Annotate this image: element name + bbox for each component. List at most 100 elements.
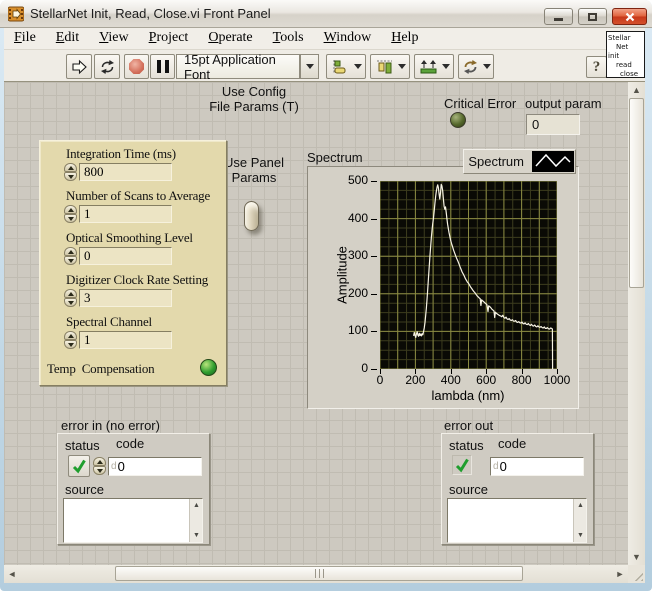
numeric-spinner[interactable]: [64, 205, 77, 223]
error-in-status-indicator[interactable]: [68, 455, 90, 477]
run-continuously-button[interactable]: [94, 54, 120, 79]
scroll-left-icon[interactable]: ◄: [4, 565, 20, 583]
horizontal-scrollbar[interactable]: ◄ ►: [4, 565, 628, 583]
pause-button[interactable]: [150, 54, 175, 79]
vertical-scrollbar[interactable]: ▲ ▼: [628, 82, 645, 565]
font-selector[interactable]: 15pt Application Font: [176, 52, 300, 82]
horizontal-scrollbar-thumb[interactable]: [115, 566, 523, 581]
resize-grip[interactable]: [633, 571, 643, 581]
numeric-spinner[interactable]: [64, 163, 77, 181]
y-tick-label: 400: [347, 210, 368, 225]
temp-compensation-led[interactable]: [200, 359, 217, 376]
numeric-spinner[interactable]: [64, 247, 77, 265]
use-config-label: Use Config File Params (T): [209, 84, 299, 114]
window-title: StellarNet Init, Read, Close.vi Front Pa…: [30, 6, 271, 21]
error-out-cluster: status code d 0 source ▲ ▼: [441, 433, 594, 545]
x-tick-label: 0: [376, 373, 384, 387]
numeric-spinner[interactable]: [64, 289, 77, 307]
error-out-code-field: d 0: [490, 457, 584, 476]
error-in-label: error in (no error): [61, 418, 160, 433]
error-out-code-value: 0: [499, 459, 507, 474]
front-panel: Use Config File Params (T) Use Panel Par…: [4, 82, 628, 565]
resize-objects-button[interactable]: [414, 54, 454, 79]
numeric-field[interactable]: 3: [79, 289, 172, 307]
minimize-icon: [554, 18, 563, 21]
numeric-field[interactable]: 800: [79, 163, 172, 181]
titlebar: StellarNet Init, Read, Close.vi Front Pa…: [0, 0, 652, 28]
source-scrollbar[interactable]: ▲ ▼: [189, 499, 202, 542]
status-label: status: [449, 438, 484, 453]
toolbar: 15pt Application Font ?: [4, 50, 645, 82]
vi-icon-text: Stellar: [608, 34, 631, 42]
close-icon: [625, 12, 634, 21]
scroll-up-icon: ▲: [193, 502, 200, 509]
control-label: Optical Smoothing Level: [66, 230, 193, 245]
x-tick-mark: [557, 369, 558, 374]
font-selector-dropdown-button[interactable]: [300, 54, 319, 79]
numeric-field[interactable]: 0: [79, 247, 172, 265]
y-tick-label: 100: [347, 323, 368, 338]
scroll-right-icon[interactable]: ►: [612, 565, 628, 583]
vi-icon-text: init: [608, 52, 620, 60]
numeric-spinner[interactable]: [64, 331, 77, 349]
x-tick-mark: [415, 369, 417, 374]
menu-item-window[interactable]: Window: [314, 28, 382, 49]
output-param-value: 0: [526, 114, 580, 135]
help-icon: ?: [592, 58, 601, 75]
align-objects-button[interactable]: [326, 54, 366, 79]
control-label: Number of Scans to Average: [66, 188, 211, 203]
spectrum-graph: Amplitude lambda (nm) 0 100 200 300 400 500 0 2…: [307, 166, 579, 409]
scrollbar-corner: [628, 565, 645, 583]
x-tick-mark: [450, 369, 452, 374]
x-tick-label: 800: [511, 373, 532, 387]
plot-area[interactable]: [379, 180, 558, 370]
plot-legend[interactable]: Spectrum: [463, 149, 576, 174]
thumb-grip: [314, 569, 324, 578]
menu-item-help[interactable]: Help: [381, 28, 428, 49]
source-scrollbar[interactable]: ▲ ▼: [573, 499, 586, 542]
plot-legend-waveform-icon: [532, 151, 574, 172]
abort-button[interactable]: [124, 54, 149, 79]
menu-item-tools[interactable]: Tools: [263, 28, 314, 49]
control-label: Integration Time (ms): [66, 146, 176, 161]
scroll-up-icon[interactable]: ▲: [628, 82, 645, 98]
y-tick-label: 500: [347, 173, 368, 187]
checkmark-icon: [72, 459, 86, 474]
status-label: status: [65, 438, 100, 453]
close-button[interactable]: [612, 8, 647, 25]
abort-stop-icon: [129, 59, 144, 74]
scroll-down-icon: ▼: [193, 532, 200, 539]
menu-item-file[interactable]: File: [4, 28, 46, 49]
radix-indicator: d: [111, 461, 117, 472]
numeric-field[interactable]: 1: [79, 205, 172, 223]
help-button[interactable]: ?: [586, 56, 607, 78]
scroll-up-icon: ▲: [577, 502, 584, 509]
error-in-code-field[interactable]: d 0: [108, 457, 202, 476]
spectrum-plot: [379, 180, 558, 370]
reorder-objects-button[interactable]: [458, 54, 494, 79]
maximize-button[interactable]: [578, 8, 607, 25]
source-label: source: [65, 482, 105, 497]
scroll-down-icon[interactable]: ▼: [628, 549, 645, 565]
menu-item-project[interactable]: Project: [139, 28, 199, 49]
numeric-field[interactable]: 1: [79, 331, 172, 349]
align-objects-icon: [333, 59, 345, 74]
run-button[interactable]: [66, 54, 92, 79]
run-continuously-icon: [100, 59, 114, 74]
vertical-scrollbar-thumb[interactable]: [629, 98, 644, 288]
error-in-source-field[interactable]: ▲ ▼: [63, 498, 203, 543]
maximize-icon: [588, 12, 597, 21]
x-tick-label: 600: [476, 373, 497, 387]
menu-item-operate[interactable]: Operate: [198, 28, 262, 49]
use-config-toggle-switch[interactable]: [244, 201, 259, 231]
menu-item-view[interactable]: View: [89, 28, 139, 49]
error-in-code-spinner[interactable]: [93, 457, 106, 475]
y-tick-mark: [371, 293, 377, 295]
error-out-source-field: ▲ ▼: [447, 498, 587, 543]
minimize-button[interactable]: [544, 8, 573, 25]
menu-item-edit[interactable]: Edit: [46, 28, 89, 49]
chevron-down-icon: [441, 64, 450, 69]
distribute-objects-button[interactable]: [370, 54, 410, 79]
control-label: Digitizer Clock Rate Setting: [66, 272, 209, 287]
vi-icon[interactable]: Stellar Net init read close: [606, 31, 645, 78]
